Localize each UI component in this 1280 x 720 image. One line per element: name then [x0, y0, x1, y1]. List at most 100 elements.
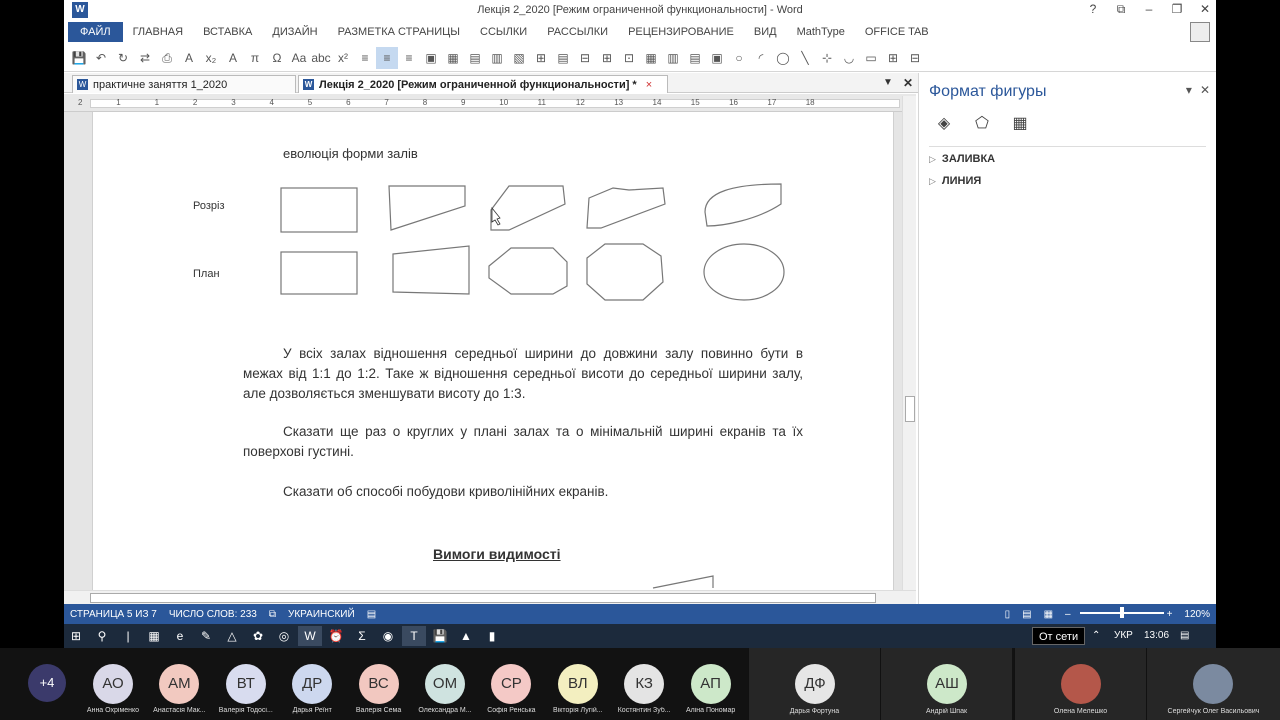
toolbar-button[interactable]: ▦ — [442, 47, 464, 69]
toolbar-button[interactable]: ⎙ — [156, 47, 178, 69]
chrome-alt-icon[interactable]: ◎ — [272, 626, 296, 646]
task-view-icon[interactable]: | — [116, 626, 140, 646]
toolbar-button[interactable]: ◜ — [750, 47, 772, 69]
toolbar-button[interactable]: ▦ — [640, 47, 662, 69]
toolbar-button[interactable]: ◡ — [838, 47, 860, 69]
read-mode-icon[interactable]: ▯ — [999, 609, 1017, 620]
participant[interactable]: СР Софія Ренська — [478, 652, 544, 720]
search-icon[interactable]: ⚲ — [90, 626, 114, 646]
toolbar-button[interactable]: ▤ — [464, 47, 486, 69]
plan-shape-rectangle[interactable] — [280, 251, 358, 295]
toolbar-button[interactable]: ╲ — [794, 47, 816, 69]
pane-close-icon[interactable]: ✕ — [1200, 83, 1210, 97]
restore-button[interactable]: ❐ — [1170, 2, 1184, 17]
toolbar-button[interactable]: ⇄ — [134, 47, 156, 69]
status-words[interactable]: ЧИСЛО СЛОВ: 233 — [163, 609, 263, 620]
paint-icon[interactable]: ✎ — [194, 626, 218, 646]
account-icon[interactable] — [1190, 22, 1210, 42]
vertical-scroll-thumb[interactable] — [905, 396, 915, 422]
toolbar-button[interactable]: ▥ — [662, 47, 684, 69]
pane-section-line[interactable]: ▷ ЛИНИЯ — [929, 175, 981, 187]
toolbar-button[interactable]: ⊞ — [530, 47, 552, 69]
toolbar-button[interactable]: x² — [332, 47, 354, 69]
participant[interactable]: ВТ Валерія Тодосі... — [213, 652, 279, 720]
participant-tile[interactable]: Олена Мелешко — [1014, 648, 1146, 720]
participant-tile[interactable]: АШ Андрій Шпак — [880, 648, 1012, 720]
tab-design[interactable]: ДИЗАЙН — [262, 22, 327, 42]
status-page[interactable]: СТРАНИЦА 5 ИЗ 7 — [64, 609, 163, 620]
close-document-icon[interactable]: ✕ — [900, 75, 916, 91]
web-layout-icon[interactable]: ▦ — [1038, 609, 1059, 620]
participant[interactable]: АП Аліна Пономар — [678, 652, 744, 720]
toolbar-button[interactable]: ⊞ — [596, 47, 618, 69]
tab-list-dropdown-icon[interactable]: ▼ — [880, 75, 896, 91]
toolbar-button[interactable]: x₂ — [200, 47, 222, 69]
zoom-level[interactable]: 120% — [1178, 609, 1216, 620]
toolbar-button[interactable]: ◯ — [772, 47, 794, 69]
toolbar-button[interactable]: A — [222, 47, 244, 69]
save-app-icon[interactable]: 💾 — [428, 626, 452, 646]
participant[interactable]: АО Анна Охріменко — [80, 652, 146, 720]
teams-icon[interactable]: T — [402, 626, 426, 646]
participant-tile[interactable]: Сергейчук Олег Васильович — [1146, 648, 1280, 720]
horizontal-scroll-thumb[interactable] — [90, 593, 876, 603]
edge-icon[interactable]: e — [168, 626, 192, 646]
section-shape-rectangle[interactable] — [280, 187, 358, 233]
participant[interactable]: ВС Валерія Сема — [346, 652, 412, 720]
participant[interactable]: КЗ Костянтин Зуб... — [611, 652, 677, 720]
tab-insert[interactable]: ВСТАВКА — [193, 22, 262, 42]
pane-options-icon[interactable]: ▾ — [1186, 83, 1192, 97]
hall-shapes-figure[interactable] — [93, 172, 893, 372]
drive-icon[interactable]: △ — [220, 626, 244, 646]
toolbar-button[interactable]: ▧ — [508, 47, 530, 69]
pdf-icon[interactable]: ▲ — [454, 626, 478, 646]
toolbar-button[interactable]: ↶ — [90, 47, 112, 69]
toolbar-button[interactable]: ▤ — [552, 47, 574, 69]
section-shape-trapezoid[interactable] — [388, 185, 466, 231]
toolbar-button[interactable]: ▭ — [860, 47, 882, 69]
start-icon[interactable]: ⊞ — [64, 626, 88, 646]
participant[interactable]: АМ Анастасія Мак... — [146, 652, 212, 720]
toolbar-button[interactable]: ⊞ — [882, 47, 904, 69]
zoom-slider-knob[interactable] — [1120, 607, 1124, 618]
toolbar-button[interactable]: ⊡ — [618, 47, 640, 69]
macro-icon[interactable]: ▤ — [361, 609, 382, 620]
word-taskbar-icon[interactable]: W — [298, 626, 322, 646]
toolbar-button[interactable]: ≡ — [398, 47, 420, 69]
tab-mailings[interactable]: РАССЫЛКИ — [537, 22, 618, 42]
participant[interactable]: ДР Дарья Реїнт — [279, 652, 345, 720]
section-shape-curved[interactable] — [586, 187, 666, 229]
fill-bucket-icon[interactable]: ◈ — [933, 113, 955, 133]
plan-shape-trapezoid[interactable] — [392, 245, 470, 295]
alarm-icon[interactable]: ⏰ — [324, 626, 348, 646]
toolbar-button[interactable]: ↻ — [112, 47, 134, 69]
tab-references[interactable]: ССЫЛКИ — [470, 22, 537, 42]
toolbar-button[interactable]: ▣ — [706, 47, 728, 69]
toolbar-button[interactable]: ○ — [728, 47, 750, 69]
toolbar-button[interactable]: Ω — [266, 47, 288, 69]
toolbar-button[interactable]: 💾 — [68, 47, 90, 69]
plan-shape-curved[interactable] — [586, 243, 664, 301]
horizontal-scrollbar[interactable] — [64, 590, 916, 604]
proofing-icon[interactable]: ⧉ — [263, 609, 282, 620]
pane-section-fill[interactable]: ▷ ЗАЛИВКА — [929, 153, 995, 165]
pentagon-icon[interactable]: ⬠ — [971, 113, 993, 133]
status-language[interactable]: УКРАИНСКИЙ — [282, 609, 361, 620]
tab-mathtype[interactable]: MathType — [787, 22, 855, 42]
math-app-icon[interactable]: Σ — [350, 626, 374, 646]
tab-home[interactable]: ГЛАВНАЯ — [123, 22, 193, 42]
plan-shape-polygon[interactable] — [488, 247, 568, 295]
plan-shape-oval[interactable] — [703, 243, 785, 301]
tab-file[interactable]: ФАЙЛ — [68, 22, 123, 42]
tab-review[interactable]: РЕЦЕНЗИРОВАНИЕ — [618, 22, 744, 42]
tray-chevron-icon[interactable]: ⌃ — [1092, 627, 1100, 645]
tray-clock[interactable]: 13:06 — [1144, 627, 1169, 645]
toolbar-button[interactable]: abc — [310, 47, 332, 69]
size-layout-icon[interactable]: ▦ — [1009, 113, 1031, 133]
document-page[interactable]: еволюція форми залів Розріз План У всіх … — [92, 112, 894, 590]
vertical-scrollbar[interactable] — [902, 96, 916, 590]
toolbar-button[interactable]: ⊹ — [816, 47, 838, 69]
help-icon[interactable]: ? — [1086, 2, 1100, 17]
toolbar-button[interactable]: π — [244, 47, 266, 69]
toolbar-button[interactable]: ≡ — [354, 47, 376, 69]
